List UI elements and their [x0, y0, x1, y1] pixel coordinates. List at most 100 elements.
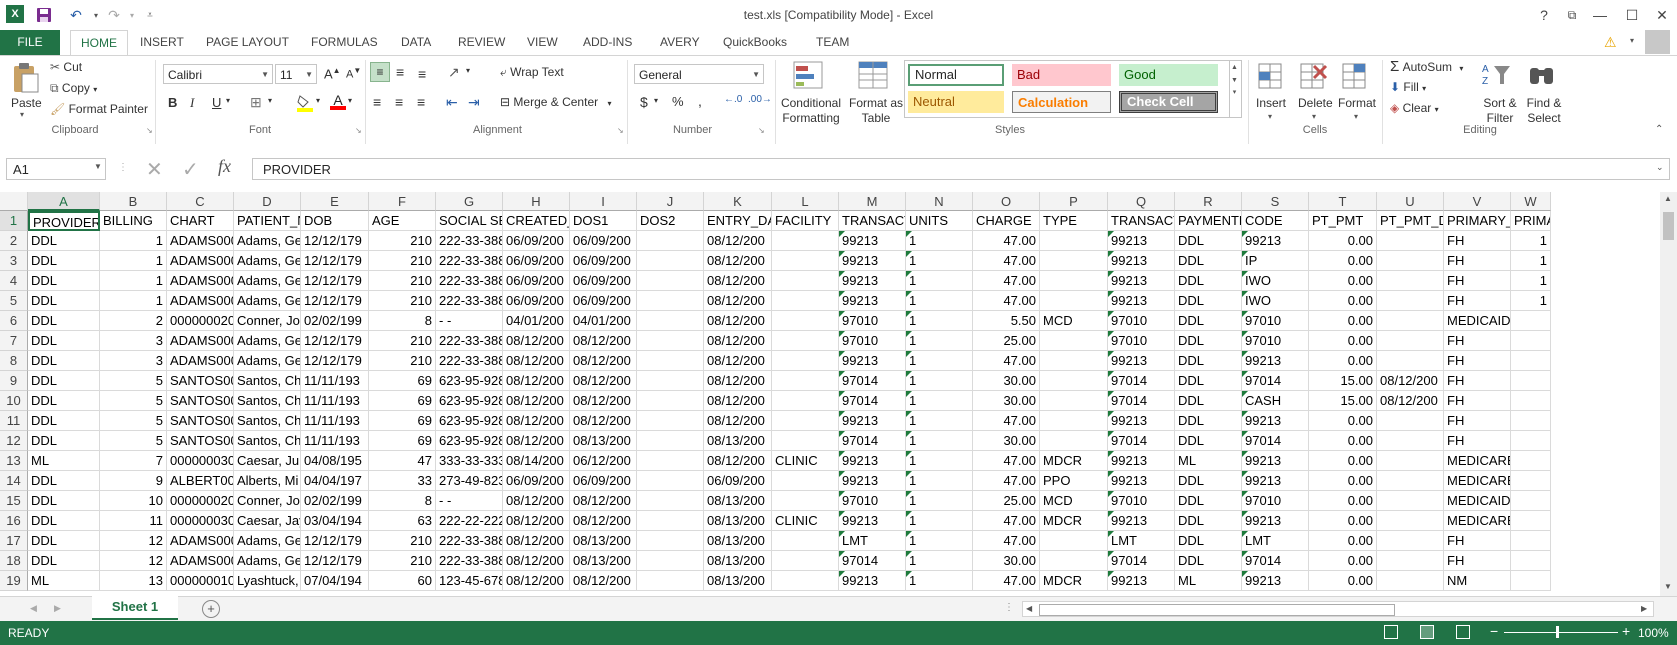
table-cell[interactable]: 11/11/193: [301, 371, 369, 391]
table-cell[interactable]: DDL: [28, 371, 100, 391]
table-cell[interactable]: Alberts, Mi: [234, 471, 301, 491]
table-cell[interactable]: 04/04/197: [301, 471, 369, 491]
table-cell[interactable]: [1511, 371, 1551, 391]
expand-formula-bar-icon[interactable]: ⌄: [1656, 162, 1664, 173]
bold-icon[interactable]: B: [168, 95, 177, 110]
name-box-dropdown-icon[interactable]: ▼: [94, 162, 102, 171]
table-cell[interactable]: 08/12/200: [503, 371, 570, 391]
table-cell[interactable]: 97010: [1242, 311, 1309, 331]
table-cell[interactable]: 06/09/200: [503, 291, 570, 311]
format-as-table-icon[interactable]: [857, 60, 893, 92]
table-cell[interactable]: 1: [906, 471, 973, 491]
table-cell[interactable]: [1377, 291, 1444, 311]
table-cell[interactable]: MEDICAID: [1444, 491, 1511, 511]
table-cell[interactable]: 08/13/200: [570, 551, 637, 571]
underline-dropdown-icon[interactable]: ▾: [226, 96, 230, 105]
scroll-up-icon[interactable]: ▲: [1664, 194, 1672, 203]
table-cell[interactable]: 210: [369, 331, 436, 351]
table-cell[interactable]: 0.00: [1309, 291, 1377, 311]
table-cell[interactable]: 97010: [1242, 491, 1309, 511]
insert-dropdown-icon[interactable]: ▾: [1268, 112, 1272, 121]
header-cell[interactable]: DOS2: [637, 211, 704, 231]
table-cell[interactable]: DDL: [1175, 391, 1242, 411]
table-cell[interactable]: 8: [369, 491, 436, 511]
table-cell[interactable]: DDL: [28, 511, 100, 531]
table-cell[interactable]: [1377, 431, 1444, 451]
table-cell[interactable]: DDL: [28, 431, 100, 451]
table-cell[interactable]: [772, 531, 839, 551]
table-cell[interactable]: 13: [100, 571, 167, 591]
table-cell[interactable]: 99213: [1108, 511, 1175, 531]
table-cell[interactable]: 222-33-388: [436, 551, 503, 571]
table-cell[interactable]: [1040, 371, 1108, 391]
table-cell[interactable]: 1: [906, 411, 973, 431]
table-cell[interactable]: 99213: [839, 471, 906, 491]
minimize-button[interactable]: —: [1588, 4, 1612, 26]
table-cell[interactable]: [1511, 411, 1551, 431]
table-cell[interactable]: 99213: [1242, 571, 1309, 591]
table-cell[interactable]: 07/04/194: [301, 571, 369, 591]
table-cell[interactable]: MCD: [1040, 311, 1108, 331]
table-cell[interactable]: [772, 231, 839, 251]
table-cell[interactable]: 08/12/200: [704, 411, 772, 431]
column-header[interactable]: C: [167, 192, 234, 211]
table-cell[interactable]: [1511, 491, 1551, 511]
table-cell[interactable]: 0.00: [1309, 491, 1377, 511]
table-cell[interactable]: 97010: [1108, 311, 1175, 331]
column-header[interactable]: S: [1242, 192, 1309, 211]
table-cell[interactable]: 8: [369, 311, 436, 331]
table-cell[interactable]: [772, 471, 839, 491]
table-cell[interactable]: 03/04/194: [301, 511, 369, 531]
tab-review[interactable]: REVIEW: [448, 30, 515, 55]
table-cell[interactable]: [637, 451, 704, 471]
tab-avery[interactable]: AVERY: [650, 30, 710, 55]
page-break-view-icon[interactable]: [1456, 625, 1470, 639]
table-cell[interactable]: [1511, 511, 1551, 531]
table-cell[interactable]: [637, 511, 704, 531]
table-cell[interactable]: [637, 571, 704, 591]
table-cell[interactable]: 08/13/200: [570, 431, 637, 451]
table-cell[interactable]: 222-33-388: [436, 291, 503, 311]
table-cell[interactable]: 99213: [839, 511, 906, 531]
align-center-icon[interactable]: ≡: [395, 94, 403, 110]
table-cell[interactable]: 99213: [1242, 471, 1309, 491]
binoculars-icon[interactable]: [1527, 60, 1557, 90]
table-cell[interactable]: 97014: [1242, 371, 1309, 391]
table-cell[interactable]: 30.00: [973, 551, 1040, 571]
table-cell[interactable]: Caesar, Jay: [234, 511, 301, 531]
table-cell[interactable]: DDL: [28, 491, 100, 511]
table-cell[interactable]: [637, 491, 704, 511]
table-cell[interactable]: DDL: [28, 311, 100, 331]
style-neutral[interactable]: Neutral: [908, 91, 1004, 113]
table-cell[interactable]: [1040, 551, 1108, 571]
column-header[interactable]: D: [234, 192, 301, 211]
table-cell[interactable]: 08/12/200: [503, 351, 570, 371]
name-box[interactable]: A1: [6, 158, 106, 180]
table-cell[interactable]: 7: [100, 451, 167, 471]
table-cell[interactable]: CASH: [1242, 391, 1309, 411]
table-cell[interactable]: 12/12/179: [301, 551, 369, 571]
table-cell[interactable]: 08/13/200: [704, 551, 772, 571]
table-cell[interactable]: DDL: [1175, 251, 1242, 271]
header-cell[interactable]: DOS1: [570, 211, 637, 231]
table-cell[interactable]: [1040, 291, 1108, 311]
tab-home[interactable]: HOME: [70, 30, 128, 57]
tab-insert[interactable]: INSERT: [130, 30, 194, 55]
borders-icon[interactable]: ⊞: [250, 94, 262, 111]
table-cell[interactable]: Adams, Ge: [234, 351, 301, 371]
table-cell[interactable]: 12/12/179: [301, 291, 369, 311]
table-cell[interactable]: Lyashtuck, :: [234, 571, 301, 591]
table-cell[interactable]: IWO: [1242, 291, 1309, 311]
table-cell[interactable]: 000000030: [167, 511, 234, 531]
align-right-icon[interactable]: ≡: [417, 94, 425, 110]
table-cell[interactable]: DDL: [28, 471, 100, 491]
table-cell[interactable]: [637, 531, 704, 551]
table-cell[interactable]: 1: [906, 371, 973, 391]
table-cell[interactable]: 97010: [1108, 491, 1175, 511]
table-cell[interactable]: 97010: [839, 491, 906, 511]
table-cell[interactable]: 47.00: [973, 231, 1040, 251]
table-cell[interactable]: 222-33-388: [436, 531, 503, 551]
table-cell[interactable]: 99213: [839, 351, 906, 371]
table-cell[interactable]: 0.00: [1309, 251, 1377, 271]
table-cell[interactable]: DDL: [1175, 291, 1242, 311]
